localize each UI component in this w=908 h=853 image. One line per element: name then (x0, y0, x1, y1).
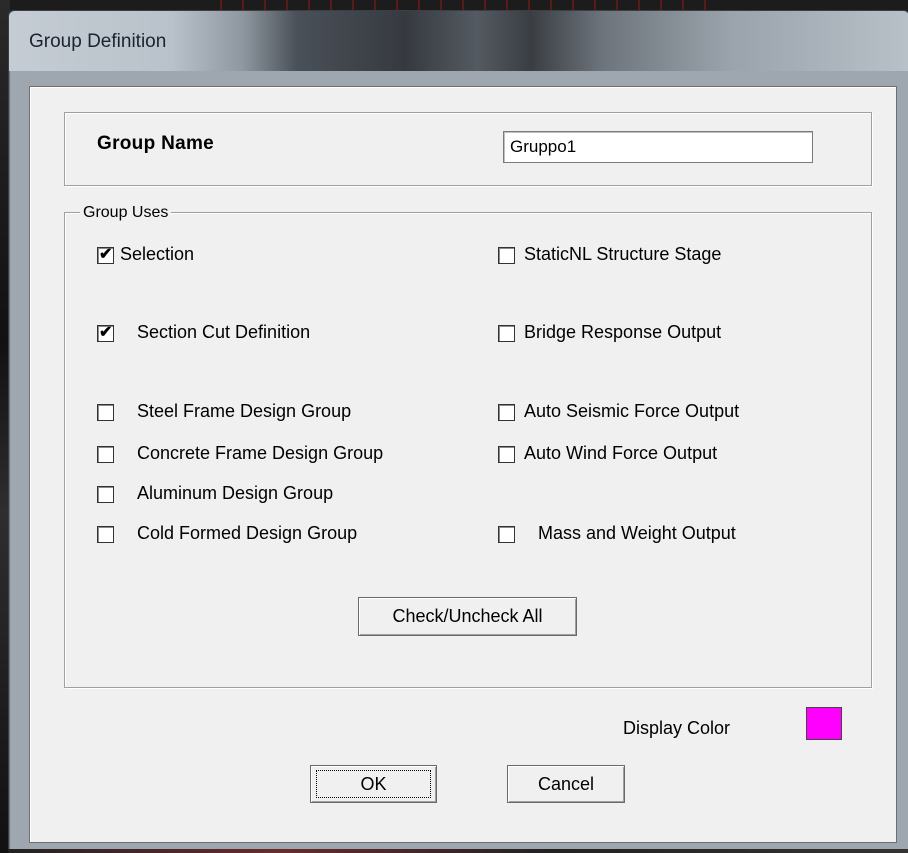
checkbox-label[interactable]: Concrete Frame Design Group (137, 443, 383, 464)
checkbox-box[interactable]: ✔ (97, 246, 114, 264)
checkbox-label[interactable]: Cold Formed Design Group (137, 523, 357, 544)
display-color-label: Display Color (623, 718, 731, 738)
checkbox-label[interactable]: Aluminum Design Group (137, 483, 333, 504)
background-bottom-edge (8, 849, 908, 853)
checkbox-label[interactable]: StaticNL Structure Stage (524, 244, 721, 265)
checkbox-box[interactable] (97, 486, 114, 503)
checkbox-box[interactable] (498, 526, 515, 543)
checkbox-label[interactable]: Auto Seismic Force Output (524, 401, 739, 422)
title-bar[interactable]: Group Definition (9, 11, 908, 71)
checkbox-label[interactable]: Auto Wind Force Output (524, 443, 717, 464)
checkbox-box[interactable] (498, 446, 515, 463)
cancel-button[interactable]: Cancel (507, 765, 625, 803)
checkmark-icon: ✔ (99, 246, 113, 263)
checkbox-label[interactable]: Selection (120, 244, 194, 265)
checkbox-box[interactable] (498, 247, 515, 264)
display-color-swatch[interactable] (806, 707, 842, 740)
checkbox-box[interactable] (97, 526, 114, 543)
ok-button[interactable]: OK (310, 765, 437, 803)
checkbox-label[interactable]: Bridge Response Output (524, 322, 721, 343)
checkbox-box[interactable] (498, 404, 515, 421)
checkbox-label[interactable]: Section Cut Definition (137, 322, 310, 343)
check-uncheck-all-button[interactable]: Check/Uncheck All (358, 597, 577, 636)
window-title: Group Definition (29, 31, 167, 52)
group-uses-legend: Group Uses (80, 204, 172, 222)
checkbox-box[interactable] (97, 404, 114, 421)
checkbox-label[interactable]: Mass and Weight Output (538, 523, 736, 544)
group-name-label: Group Name (97, 133, 215, 154)
group-name-input[interactable] (503, 131, 813, 163)
checkbox-box[interactable]: ✔ (97, 324, 114, 342)
ok-button-label: OK (316, 770, 431, 798)
checkmark-icon: ✔ (99, 324, 113, 341)
checkbox-box[interactable] (498, 325, 515, 342)
checkbox-label[interactable]: Steel Frame Design Group (137, 401, 351, 422)
checkbox-box[interactable] (97, 446, 114, 463)
